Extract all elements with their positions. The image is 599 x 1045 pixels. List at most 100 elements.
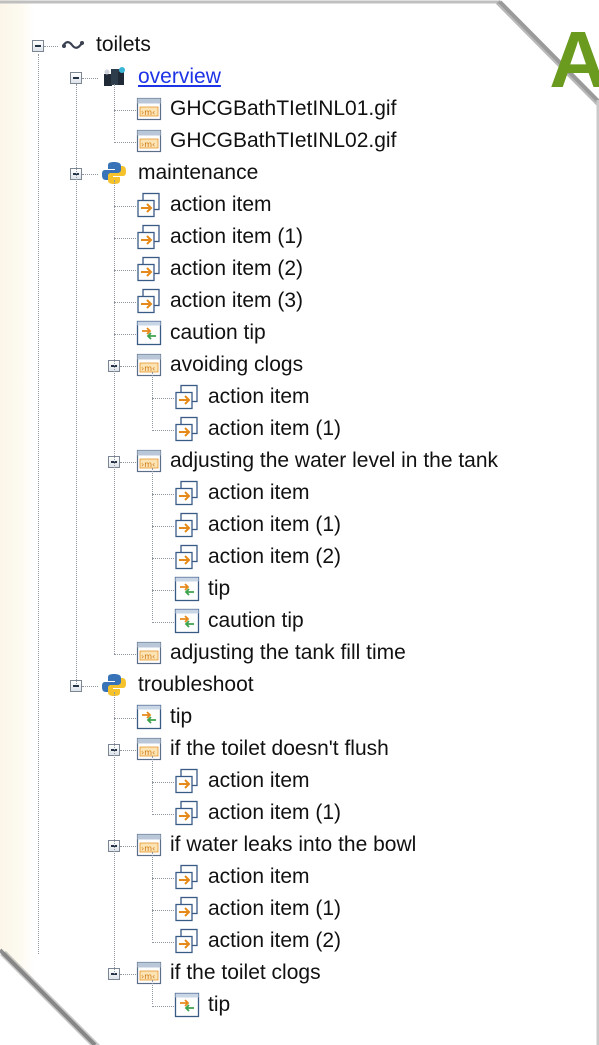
tree-node-tip[interactable]: tip <box>174 574 230 604</box>
tree-node-action-item[interactable]: action item <box>174 382 310 412</box>
map-topic-icon: ›m‹ <box>136 833 162 857</box>
tip-icon <box>174 576 200 602</box>
tree-node-label: toilets <box>96 33 151 56</box>
tree-connector <box>114 302 136 303</box>
tree-connector <box>114 110 136 111</box>
tree-node-label: adjusting the tank fill time <box>170 641 406 664</box>
action-item-icon <box>137 224 160 250</box>
tree-connector <box>152 814 174 815</box>
tree-node-action-item[interactable]: action item (2) <box>174 542 341 572</box>
tip-icon <box>174 608 200 634</box>
action-item-icon <box>137 256 160 282</box>
tree-node-toilet-clogs[interactable]: ›m‹ if the toilet clogs <box>136 958 321 988</box>
tree-connector <box>82 174 98 175</box>
tree-connector <box>152 590 174 591</box>
action-item-icon <box>137 288 160 314</box>
action-item-icon <box>175 544 198 570</box>
tree-node-action-item[interactable]: action item (1) <box>136 222 303 252</box>
tree-node-label: action item (3) <box>170 289 304 312</box>
tree-node-label: avoiding clogs <box>170 353 304 376</box>
overview-link: overview <box>138 65 221 88</box>
collapse-toggle[interactable] <box>32 40 44 52</box>
action-item-icon <box>175 512 198 538</box>
action-item-icon <box>175 416 198 442</box>
tree-connector <box>76 84 77 684</box>
tree-node-action-item[interactable]: action item (2) <box>136 254 303 284</box>
tree-connector <box>152 494 174 495</box>
tree-node-water-leaks[interactable]: ›m‹ if water leaks into the bowl <box>136 830 416 860</box>
tree-node-toilets[interactable]: toilets <box>58 30 151 60</box>
tree-node-caution-tip[interactable]: caution tip <box>174 606 304 636</box>
tree-node-label: if water leaks into the bowl <box>170 833 417 856</box>
collapse-toggle[interactable] <box>70 72 82 84</box>
svg-text:›m‹: ›m‹ <box>141 364 155 373</box>
tree-node-label: GHCGBathTIetINL02.gif <box>170 129 397 152</box>
link-node-icon <box>62 41 84 49</box>
tree-node-gif-2[interactable]: ›m‹ GHCGBathTIetINL02.gif <box>136 126 396 156</box>
tree-node-label: adjusting the water level in the tank <box>170 449 499 472</box>
tree-connector <box>152 878 174 879</box>
tree-connector <box>114 692 115 974</box>
tree-node-label: troubleshoot <box>138 673 254 696</box>
tree-connector <box>44 46 58 47</box>
tree-node-adjusting-water-level[interactable]: ›m‹ adjusting the water level in the tan… <box>136 446 498 476</box>
tree-node-doesnt-flush[interactable]: ›m‹ if the toilet doesn't flush <box>136 734 389 764</box>
tree-node-action-item[interactable]: action item (1) <box>174 894 341 924</box>
tree-connector <box>114 84 115 140</box>
map-topic-icon: ›m‹ <box>136 961 162 985</box>
tree-connector <box>114 718 136 719</box>
map-topic-icon: ›m‹ <box>136 97 162 121</box>
tree-node-avoiding-clogs[interactable]: ›m‹ avoiding clogs <box>136 350 303 380</box>
tree-node-action-item[interactable]: action item (1) <box>174 798 341 828</box>
action-item-icon <box>175 864 198 890</box>
tree-node-tip[interactable]: tip <box>174 990 230 1020</box>
tree-node-adjusting-fill-time[interactable]: ›m‹ adjusting the tank fill time <box>136 638 406 668</box>
tree-node-action-item[interactable]: action item <box>174 766 310 796</box>
tree-connector <box>152 852 153 940</box>
tree-node-label: action item (1) <box>208 417 342 440</box>
tree-node-action-item[interactable]: action item (3) <box>136 286 303 316</box>
tree-node-caution-tip[interactable]: caution tip <box>136 318 266 348</box>
tree-node-gif-1[interactable]: ›m‹ GHCGBathTIetINL01.gif <box>136 94 396 124</box>
action-item-icon <box>175 480 198 506</box>
svg-text:›m‹: ›m‹ <box>141 108 155 117</box>
action-item-icon <box>175 800 198 826</box>
tree-node-maintenance[interactable]: maintenance <box>98 158 258 188</box>
tree-node-label: action item (1) <box>208 801 342 824</box>
tree-node-label: action item <box>208 481 310 504</box>
corner-letter: A <box>549 15 599 104</box>
map-topic-icon: ›m‹ <box>136 641 162 665</box>
tree-connector <box>152 526 174 527</box>
map-topic-icon: ›m‹ <box>136 737 162 761</box>
tree-node-action-item[interactable]: action item (2) <box>174 926 341 956</box>
svg-text:›m‹: ›m‹ <box>141 652 155 661</box>
tree-node-action-item[interactable]: action item <box>174 478 310 508</box>
map-topic-icon: ›m‹ <box>136 353 162 377</box>
tree-node-tip[interactable]: tip <box>136 702 192 732</box>
svg-text:›m‹: ›m‹ <box>141 844 155 853</box>
svg-text:›m‹: ›m‹ <box>141 748 155 757</box>
svg-text:›m‹: ›m‹ <box>141 460 155 469</box>
tree-node-action-item[interactable]: action item (1) <box>174 414 341 444</box>
tree-node-label: GHCGBathTIetINL01.gif <box>170 97 397 120</box>
tree-node-label: maintenance <box>138 161 259 184</box>
tree-node-action-item[interactable]: action item (1) <box>174 510 341 540</box>
tree-node-label: action item <box>208 865 310 888</box>
tree-node-action-item[interactable]: action item <box>174 862 310 892</box>
tree-connector <box>152 622 174 623</box>
tree-node-label: caution tip <box>170 321 266 344</box>
tree-view: toilets overview ›m‹ GHCGBathTIetINL01.g… <box>0 0 599 1045</box>
tree-connector <box>114 238 136 239</box>
action-item-icon <box>175 768 198 794</box>
tree-connector <box>114 206 136 207</box>
tree-connector <box>152 1006 174 1007</box>
tree-connector <box>114 180 115 654</box>
tree-node-label: action item (2) <box>208 545 342 568</box>
tree-connector <box>152 468 153 620</box>
tree-node-label: action item (1) <box>208 513 342 536</box>
tree-node-troubleshoot[interactable]: troubleshoot <box>98 670 254 700</box>
tree-connector <box>120 750 136 751</box>
tree-node-action-item[interactable]: action item <box>136 190 272 220</box>
tree-node-overview[interactable]: overview <box>98 62 221 92</box>
tree-connector <box>152 942 174 943</box>
